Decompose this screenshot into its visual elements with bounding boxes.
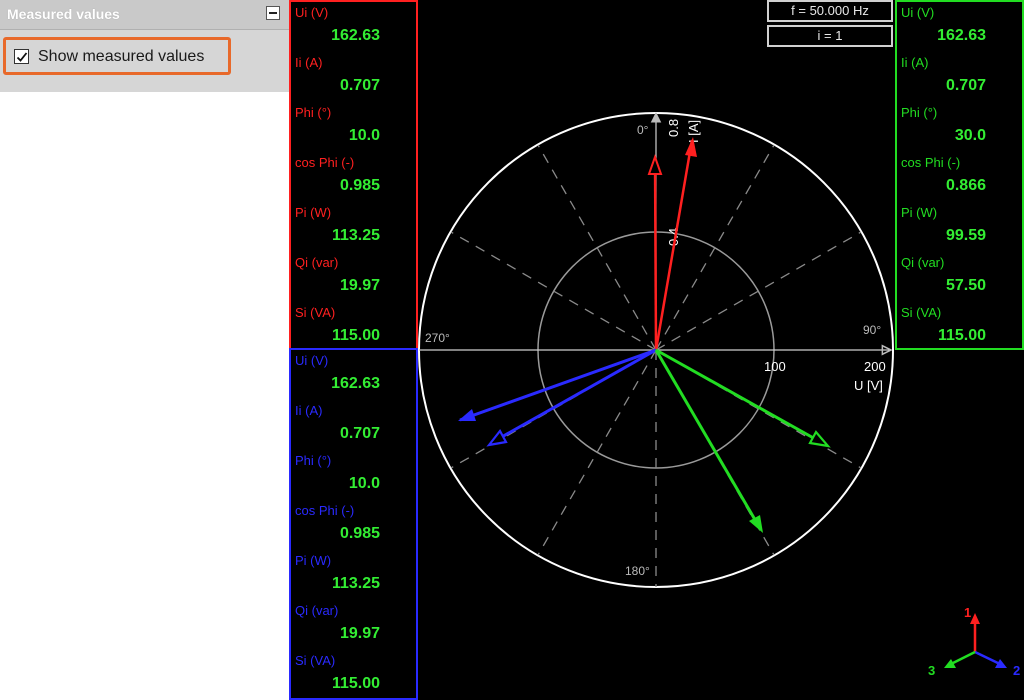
phase-1-voltage-arrowhead [647,153,663,175]
current-axis-label: I [A] [686,120,701,143]
label-qi: Qi (var) [901,255,945,270]
label-ui: Ui (V) [295,5,329,20]
phase-3-vectors [654,348,831,533]
current-tick-0-8: 0.8 [666,119,681,137]
phase-3-voltage-arrowhead [808,430,831,448]
phase-2-voltage-vector [490,348,657,445]
outer-circle [418,112,894,588]
inner-circle [537,231,775,469]
value-ui: 162.63 [331,375,380,392]
value-phi: 30.0 [954,127,986,144]
label-phi: Phi (°) [901,105,938,120]
value-pi: 113.25 [331,575,380,592]
value-phi: 10.0 [348,127,380,144]
axis-2-label: 2 [1013,663,1020,678]
label-ui: Ui (V) [901,5,935,20]
checkbox-label: Show measured values [38,48,205,65]
axis-3-label: 3 [928,663,935,678]
show-measured-values-option[interactable]: Show measured values [3,37,231,75]
value-qi: 19.97 [339,277,380,294]
angle-label-270: 270° [425,331,450,345]
axis-orientation-legend: 1 2 3 [928,605,1020,678]
label-phi: Phi (°) [295,105,332,120]
phase-2-values-box: Ui (V) 162.63 Ii (A) 0.707 Phi (°) 10.0 … [289,348,418,700]
label-ii: Ii (A) [901,55,929,70]
show-measured-values-checkbox[interactable] [14,49,29,64]
phase-3-current-arrowhead [749,515,763,533]
axis-1-label: 1 [964,605,971,620]
phase-1-vectors [647,137,697,351]
label-ii: Ii (A) [295,55,323,70]
value-cos-phi: 0.985 [339,525,380,542]
label-cos-phi: cos Phi (-) [295,503,355,518]
value-qi: 19.97 [339,625,380,642]
value-si: 115.00 [331,675,380,692]
frequency-display: f = 50.000 Hz [767,0,893,22]
phase-3-values-box: Ui (V) 162.63 Ii (A) 0.707 Phi (°) 30.0 … [895,0,1024,350]
value-ii: 0.707 [339,77,380,94]
label-si: Si (VA) [295,305,336,320]
value-pi: 113.25 [331,227,380,244]
label-phi: Phi (°) [295,453,332,468]
value-qi: 57.50 [945,277,986,294]
label-pi: Pi (W) [901,205,938,220]
measured-values-panel: Measured values Show measured values [0,0,289,700]
value-ii: 0.707 [339,425,380,442]
collapse-button[interactable] [266,6,280,20]
voltage-axis-label: U [V] [854,378,883,393]
value-ui: 162.63 [331,27,380,44]
phase-2-current-vector [459,348,657,422]
value-phi: 10.0 [348,475,380,492]
label-ui: Ui (V) [295,353,329,368]
label-cos-phi: cos Phi (-) [901,155,961,170]
phase-1-current-vector [654,139,694,351]
phase-1-voltage-vector [653,157,658,351]
phase-3-voltage-vector [655,348,827,447]
checkmark-icon [16,52,28,62]
value-ui: 162.63 [937,27,986,44]
angle-label-180: 180° [625,564,650,578]
voltage-tick-100: 100 [764,359,786,374]
phase-2-vectors [458,348,657,447]
value-cos-phi: 0.866 [945,177,986,194]
value-pi: 99.59 [945,227,986,244]
phase-3-current-vector [654,349,763,531]
phase-1-values-box: Ui (V) 162.63 Ii (A) 0.707 Phi (°) 10.0 … [289,0,418,350]
index-display: i = 1 [767,25,893,47]
panel-header: Measured values [0,0,289,30]
value-ii: 0.707 [945,77,986,94]
panel-title: Measured values [7,6,120,22]
label-ii: Ii (A) [295,403,323,418]
angle-grid-lines [450,144,862,587]
current-tick-0-4: 0.4 [666,228,681,246]
voltage-tick-200: 200 [864,359,886,374]
phase-1-current-arrowhead [685,137,697,157]
phase-2-current-arrowhead [458,409,476,421]
label-si: Si (VA) [901,305,942,320]
label-qi: Qi (var) [295,255,339,270]
angle-label-90: 90° [863,323,881,337]
label-si: Si (VA) [295,653,336,668]
axis-2-arrowhead [995,659,1007,668]
label-qi: Qi (var) [295,603,339,618]
value-si: 115.00 [937,327,986,344]
value-si: 115.00 [331,327,380,344]
label-cos-phi: cos Phi (-) [295,155,355,170]
label-pi: Pi (W) [295,205,332,220]
phase-2-voltage-arrowhead [486,429,508,447]
value-cos-phi: 0.985 [339,177,380,194]
axis-1-arrowhead [970,613,980,624]
angle-label-0: 0° [637,123,649,137]
axis-3-arrowhead [944,659,956,668]
vector-diagram-area: Ui (V) 162.63 Ii (A) 0.707 Phi (°) 10.0 … [289,0,1024,700]
label-pi: Pi (W) [295,553,332,568]
